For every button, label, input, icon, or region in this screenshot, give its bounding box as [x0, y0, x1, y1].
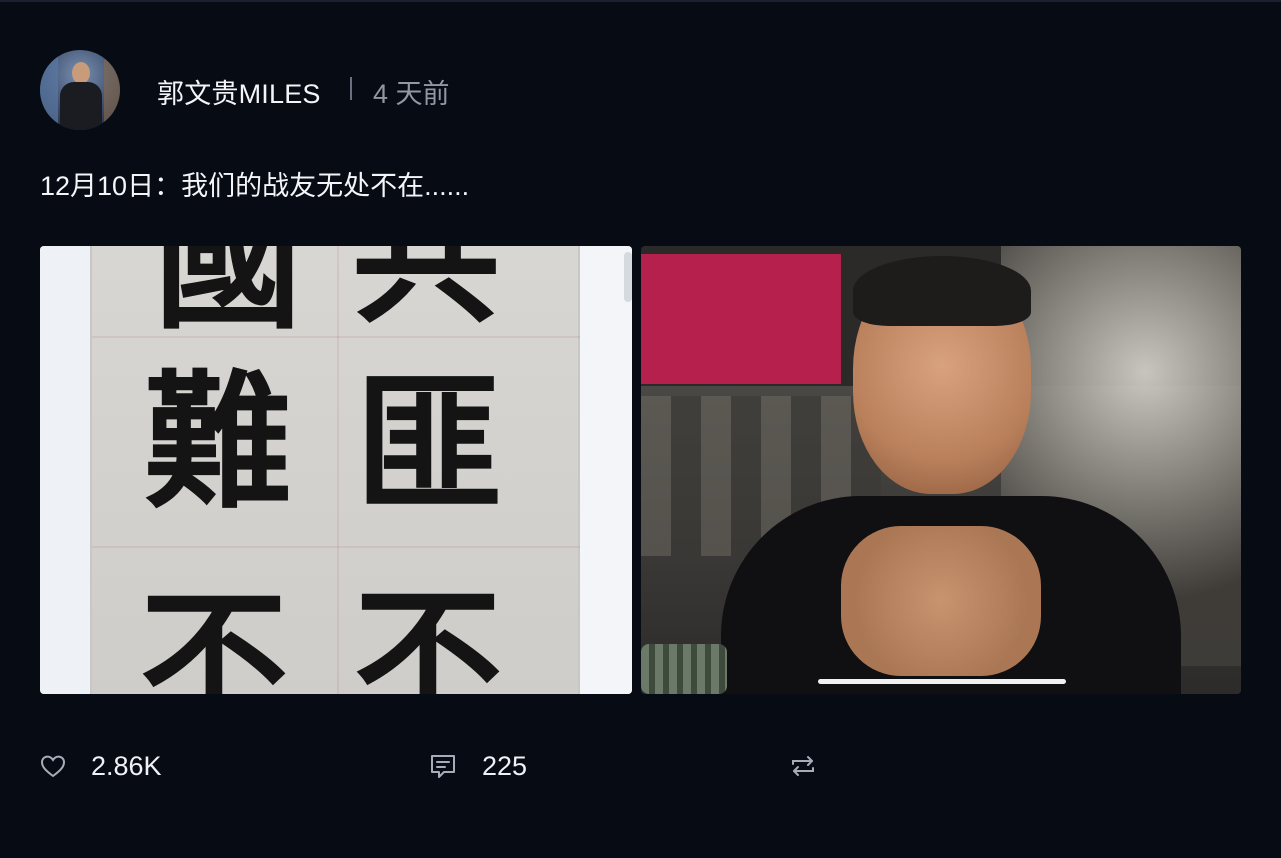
meta-separator	[350, 77, 352, 100]
repost-button[interactable]	[788, 746, 842, 786]
microphone	[641, 644, 727, 694]
repost-icon	[792, 756, 814, 776]
image-right-rail	[580, 246, 632, 694]
avatar-background-right	[104, 60, 120, 130]
calligraphy-glyph: 難	[144, 355, 292, 529]
media-image-left[interactable]: 國 共 難 匪 不 不	[40, 246, 632, 694]
comment-button[interactable]: 225	[428, 746, 527, 786]
like-button[interactable]: 2.86K	[39, 746, 162, 786]
media-video-right[interactable]	[641, 246, 1241, 694]
comment-count: 225	[482, 750, 528, 781]
speaker-hands	[841, 526, 1041, 676]
speaker-hair	[853, 256, 1031, 326]
paper-gridline	[337, 246, 339, 694]
post-card: 郭文贵MILES 4 天前 12月10日：我们的战友无处不在...... 國 共…	[0, 0, 1281, 858]
image-left-rail	[40, 246, 90, 694]
author-name[interactable]: 郭文贵MILES	[157, 72, 321, 111]
calligraphy-glyph: 匪	[354, 357, 502, 531]
avatar-background-left	[40, 50, 58, 130]
background-red-panel	[641, 254, 841, 384]
calligraphy-paper: 國 共 難 匪 不 不	[90, 246, 582, 694]
heart-icon	[40, 755, 66, 778]
calligraphy-glyph: 共	[352, 246, 500, 343]
author-avatar[interactable]	[40, 50, 120, 130]
calligraphy-glyph: 不	[140, 573, 288, 694]
video-progress-bar[interactable]	[818, 679, 1066, 684]
like-count: 2.86K	[91, 750, 162, 781]
post-text: 12月10日：我们的战友无处不在......	[40, 171, 470, 201]
image-scroll-hint	[624, 252, 632, 302]
post-timestamp: 4 天前	[373, 79, 450, 109]
post-actions: 2.86K 225	[0, 746, 1281, 786]
avatar-head	[72, 62, 90, 84]
avatar-body	[60, 82, 102, 130]
calligraphy-glyph: 不	[354, 571, 502, 694]
calligraphy-glyph: 國	[154, 246, 302, 349]
comment-icon	[431, 755, 455, 778]
